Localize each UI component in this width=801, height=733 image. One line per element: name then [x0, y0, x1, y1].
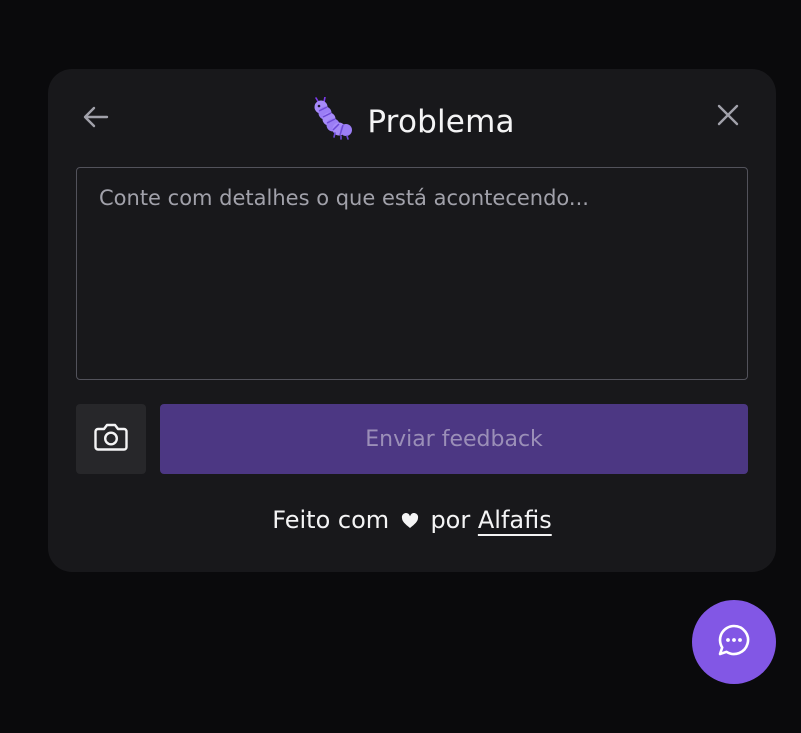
widget-header: Problema [48, 69, 776, 169]
widget-title: Problema [48, 96, 776, 147]
open-feedback-button[interactable] [692, 600, 776, 684]
credit-prefix: Feito com [272, 506, 390, 534]
footer-credit: Feito com por Alfafis [48, 506, 776, 535]
widget-title-text: Problema [367, 104, 515, 140]
heart-icon [401, 507, 419, 535]
author-link[interactable]: Alfafis [478, 506, 552, 534]
close-button[interactable] [712, 101, 744, 133]
screenshot-button[interactable] [76, 404, 146, 474]
close-icon [717, 104, 739, 130]
submit-feedback-button[interactable]: Enviar feedback [160, 404, 748, 474]
credit-middle: por [430, 506, 471, 534]
feedback-textarea[interactable] [99, 186, 725, 361]
chat-bubble-icon [716, 622, 752, 662]
caterpillar-emoji-icon [309, 96, 355, 147]
feedback-textarea-wrapper [76, 167, 748, 380]
feedback-widget: Problema Enviar feedback Feito com [48, 69, 776, 572]
camera-icon [93, 421, 129, 457]
widget-actions: Enviar feedback [76, 404, 748, 474]
